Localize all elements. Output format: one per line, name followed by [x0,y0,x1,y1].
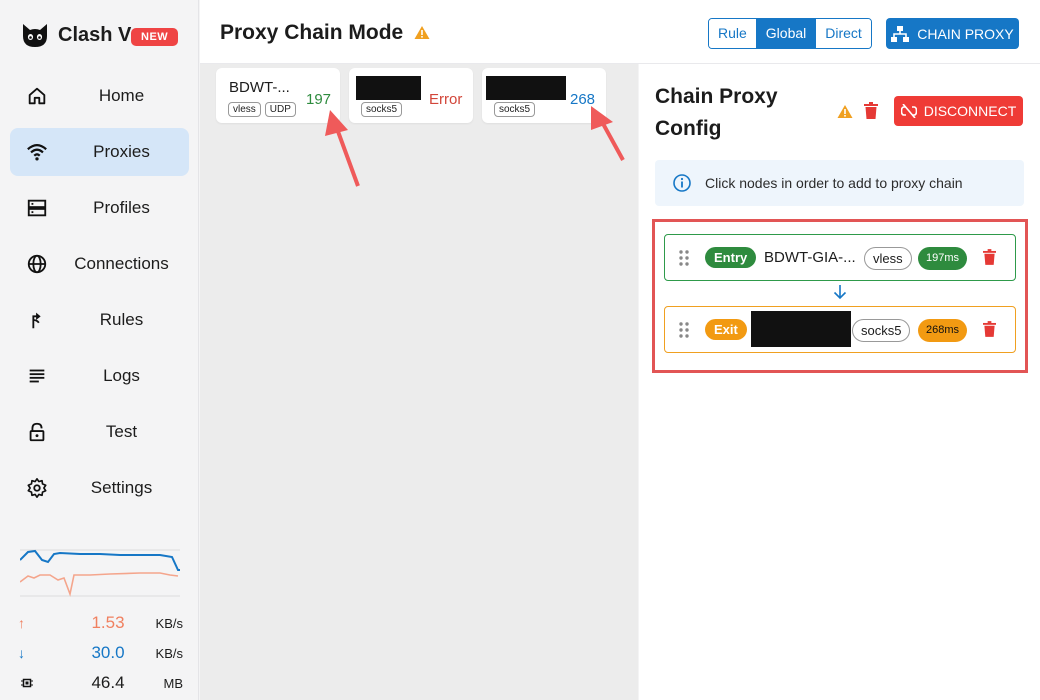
arrow-down-icon [833,285,847,300]
info-alert: Click nodes in order to add to proxy cha… [655,160,1024,206]
globe-icon [27,254,47,274]
sidebar-item-profiles[interactable]: Profiles [10,184,189,232]
proxy-card[interactable]: socks5 Error [349,68,473,123]
mode-toggle-group: Rule Global Direct [708,18,872,49]
proxy-tags: socks5 [361,102,403,117]
sidebar-item-logs[interactable]: Logs [10,352,189,400]
wifi-icon [27,144,47,161]
proxy-tags: vless UDP [228,102,296,117]
route-icon [32,312,41,329]
proxy-tag: vless [228,102,261,117]
sidebar-item-test[interactable]: Test [10,408,189,456]
panel-title: Chain Proxy Config [655,85,778,140]
chain-node-exit[interactable]: Exit socks5 268ms [664,306,1016,353]
redacted-name [486,76,566,100]
chip-icon [21,678,33,688]
proxy-tag: socks5 [361,102,403,117]
gear-icon [27,478,47,498]
server-icon [27,199,47,217]
proxy-card[interactable]: BDWT-... vless UDP 197 [216,68,340,123]
lock-icon [29,422,45,442]
warning-icon [414,26,430,39]
page-title: Proxy Chain Mode [220,21,404,44]
unlink-icon [900,104,917,118]
chain-proxy-button[interactable]: CHAIN PROXY [886,18,1019,49]
top-header: Proxy Chain Mode Rule Global Direct CHAI… [200,0,1040,64]
sidebar-item-label: Home [98,86,145,105]
sidebar-item-label: Connections [74,254,169,273]
proxy-delay[interactable]: 268 [570,91,595,108]
sidebar-item-label: Test [105,422,138,441]
proxy-chain-list: Entry BDWT-GIA-... vless 197ms Exit sock… [652,219,1028,373]
sidebar-item-label: Profiles [93,198,150,217]
role-badge-entry: Entry [705,247,757,268]
mode-direct-button[interactable]: Direct [816,19,871,48]
mode-rule-button[interactable]: Rule [709,19,757,48]
download-value: 30.0 [91,643,125,662]
download-unit: KB/s [155,645,183,661]
proxy-tags: socks5 [494,102,536,117]
drag-handle-icon[interactable] [679,250,689,266]
arrow-up-icon: ↑ [18,615,25,631]
sidebar-item-label: Settings [90,478,153,497]
network-icon [891,25,910,42]
trash-icon[interactable] [864,102,878,119]
warning-icon [837,105,853,118]
disconnect-button[interactable]: DISCONNECT [894,96,1023,126]
proxy-delay[interactable]: 197 [306,91,331,108]
sidebar-item-label: Proxies [93,142,150,161]
list-icon [29,369,45,383]
sidebar-nav: Home Proxies Profiles Connections Rules … [10,72,189,520]
sidebar-item-proxies[interactable]: Proxies [10,128,189,176]
memory-value: 46.4 [91,673,125,692]
sidebar-item-connections[interactable]: Connections [10,240,189,288]
drag-handle-icon[interactable] [679,322,689,338]
mode-global-button[interactable]: Global [756,19,817,48]
disconnect-label: DISCONNECT [923,103,1017,119]
sidebar-item-settings[interactable]: Settings [10,464,189,512]
upload-unit: KB/s [155,615,183,631]
latency-chip: 197ms [918,247,968,270]
trash-icon[interactable] [983,249,996,265]
info-text: Click nodes in order to add to proxy cha… [705,175,963,191]
proxy-card[interactable]: socks5 268 [482,68,606,123]
role-badge-exit: Exit [705,319,747,340]
protocol-chip: socks5 [852,319,911,342]
info-icon [673,174,691,192]
sidebar-item-label: Rules [99,310,144,329]
sidebar-item-rules[interactable]: Rules [10,296,189,344]
cat-logo-icon [23,24,47,47]
new-badge: NEW [131,28,179,46]
chain-config-panel: Chain Proxy Config DISCONNECT Click node… [639,64,1040,700]
arrow-down-icon: ↓ [18,645,25,661]
proxy-name: BDWT-... [229,79,290,96]
redacted-name [356,76,421,100]
home-icon [28,87,46,105]
protocol-chip: vless [864,247,912,270]
chain-proxy-label: CHAIN PROXY [917,25,1014,42]
memory-unit: MB [163,675,184,691]
memory-stat: 46.4 MB [18,668,183,698]
chain-node-entry[interactable]: Entry BDWT-GIA-... vless 197ms [664,234,1016,281]
traffic-stats: ↑ 1.53 KB/s ↓ 30.0 KB/s 46.4 MB [18,608,183,698]
sidebar: Clash Verge NEW Home Proxies Profiles Co… [0,0,199,700]
sidebar-item-label: Logs [103,366,140,385]
proxy-list: BDWT-... vless UDP 197 socks5 Error sock… [200,64,638,700]
proxy-tag: socks5 [494,102,536,117]
upload-stat: ↑ 1.53 KB/s [18,608,183,638]
proxy-tag: UDP [264,102,296,117]
latency-chip: 268ms [918,319,968,342]
redacted-name [751,311,851,347]
download-stat: ↓ 30.0 KB/s [18,638,183,668]
trash-icon[interactable] [983,321,996,337]
proxy-delay[interactable]: Error [429,91,462,108]
chain-node-name: BDWT-GIA-... [764,249,856,266]
sidebar-item-home[interactable]: Home [10,72,189,120]
traffic-graph [20,549,180,597]
upload-value: 1.53 [91,613,125,632]
